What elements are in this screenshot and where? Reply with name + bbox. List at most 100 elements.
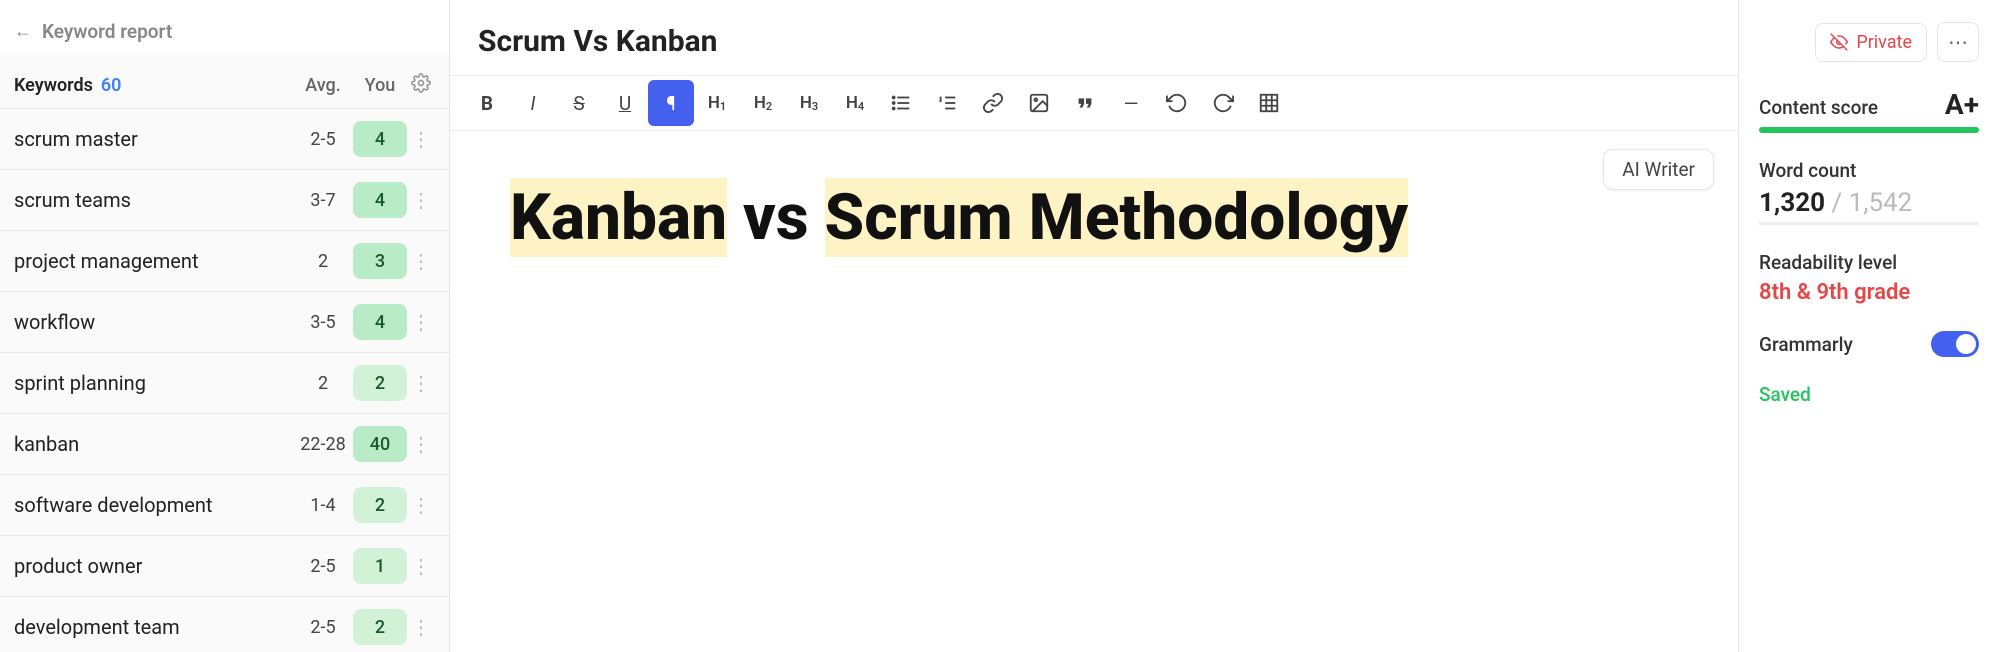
- stats-panel: Private ⋯ Content score A+ Word count 1,…: [1739, 0, 1999, 652]
- link-button[interactable]: [970, 80, 1016, 126]
- more-icon[interactable]: ⋮: [407, 249, 435, 273]
- quote-button[interactable]: [1062, 80, 1108, 126]
- keyword-avg: 2: [293, 251, 353, 272]
- back-arrow-icon[interactable]: ←: [14, 21, 32, 42]
- sidebar: ← Keyword report Keywords 60 Avg. You sc…: [0, 0, 450, 652]
- keyword-you: 2: [353, 365, 407, 401]
- gear-icon[interactable]: [407, 73, 435, 98]
- keyword-you: 1: [353, 548, 407, 584]
- more-icon[interactable]: ⋮: [407, 310, 435, 334]
- italic-button[interactable]: I: [510, 80, 556, 126]
- paragraph-button[interactable]: ¶: [648, 80, 694, 126]
- document-title[interactable]: Scrum Vs Kanban: [478, 24, 1710, 59]
- eye-off-icon: [1830, 33, 1848, 51]
- grammarly-label: Grammarly: [1759, 333, 1853, 356]
- more-icon[interactable]: ⋮: [407, 493, 435, 517]
- more-icon[interactable]: ⋮: [407, 127, 435, 151]
- keyword-term: project management: [14, 249, 293, 273]
- keyword-term: product owner: [14, 554, 293, 578]
- more-button[interactable]: ⋯: [1937, 22, 1979, 62]
- more-icon[interactable]: ⋮: [407, 188, 435, 212]
- keyword-report-title[interactable]: Keyword report: [42, 20, 172, 43]
- h1-button[interactable]: H1: [694, 80, 740, 126]
- h2-button[interactable]: H2: [740, 80, 786, 126]
- keyword-row[interactable]: project management23⋮: [0, 231, 449, 292]
- col-you-header: You: [353, 75, 407, 96]
- readability-label: Readability level: [1759, 251, 1979, 274]
- strikethrough-button[interactable]: S: [556, 80, 602, 126]
- keywords-count: 60: [101, 75, 122, 96]
- keyword-avg: 2-5: [293, 129, 353, 150]
- private-button[interactable]: Private: [1815, 23, 1927, 62]
- ordered-list-button[interactable]: [924, 80, 970, 126]
- keyword-term: scrum teams: [14, 188, 293, 212]
- editor-panel: Scrum Vs Kanban B I S U ¶ H1 H2 H3 H4 —: [450, 0, 1739, 652]
- stats-top-bar: Private ⋯: [1759, 22, 1979, 62]
- more-icon[interactable]: ⋮: [407, 554, 435, 578]
- keyword-avg: 2-5: [293, 617, 353, 638]
- keyword-term: kanban: [14, 432, 293, 456]
- keyword-row[interactable]: development team2-52⋮: [0, 597, 449, 652]
- table-button[interactable]: [1246, 80, 1292, 126]
- bold-button[interactable]: B: [464, 80, 510, 126]
- word-count-label: Word count: [1759, 159, 1979, 182]
- editor-toolbar: B I S U ¶ H1 H2 H3 H4 —: [450, 75, 1738, 131]
- content-score-label: Content score: [1759, 96, 1878, 119]
- keyword-row[interactable]: kanban22-2840⋮: [0, 414, 449, 475]
- undo-button[interactable]: [1154, 80, 1200, 126]
- bullet-list-button[interactable]: [878, 80, 924, 126]
- keyword-row[interactable]: product owner2-51⋮: [0, 536, 449, 597]
- image-button[interactable]: [1016, 80, 1062, 126]
- main-heading[interactable]: Kanban vs Scrum Methodology: [510, 181, 1678, 255]
- divider-button[interactable]: —: [1108, 80, 1154, 126]
- ai-writer-button[interactable]: AI Writer: [1603, 149, 1714, 190]
- col-avg-header: Avg.: [293, 75, 353, 96]
- keyword-you: 4: [353, 304, 407, 340]
- h4-button[interactable]: H4: [832, 80, 878, 126]
- keyword-you: 4: [353, 182, 407, 218]
- keyword-row[interactable]: scrum teams3-74⋮: [0, 170, 449, 231]
- private-label: Private: [1856, 32, 1912, 53]
- keyword-row[interactable]: sprint planning22⋮: [0, 353, 449, 414]
- keyword-avg: 2-5: [293, 556, 353, 577]
- content-score-grade: A+: [1945, 88, 1979, 121]
- editor-top: Scrum Vs Kanban: [450, 0, 1738, 75]
- more-icon[interactable]: ⋮: [407, 615, 435, 639]
- redo-button[interactable]: [1200, 80, 1246, 126]
- keyword-row[interactable]: workflow3-54⋮: [0, 292, 449, 353]
- keyword-summary-row: Keywords 60 Avg. You: [0, 55, 449, 108]
- keyword-row[interactable]: software development1-42⋮: [0, 475, 449, 536]
- grammarly-toggle[interactable]: [1931, 331, 1979, 357]
- keywords-label: Keywords: [14, 75, 93, 96]
- readability-value: 8th & 9th grade: [1759, 280, 1979, 305]
- grammarly-row: Grammarly: [1759, 331, 1979, 357]
- keyword-term: scrum master: [14, 127, 293, 151]
- keyword-term: sprint planning: [14, 371, 293, 395]
- keyword-term: software development: [14, 493, 293, 517]
- highlighted-text: Scrum Methodology: [825, 178, 1409, 257]
- content-score-bar: [1759, 127, 1979, 133]
- keyword-you: 2: [353, 609, 407, 645]
- h3-button[interactable]: H3: [786, 80, 832, 126]
- more-icon[interactable]: ⋮: [407, 432, 435, 456]
- keyword-avg: 2: [293, 373, 353, 394]
- keyword-avg: 3-5: [293, 312, 353, 333]
- highlighted-text: Kanban: [510, 178, 727, 257]
- saved-status: Saved: [1759, 383, 1979, 406]
- keyword-you: 4: [353, 121, 407, 157]
- editor-body[interactable]: AI Writer Kanban vs Scrum Methodology: [450, 131, 1738, 652]
- underline-button[interactable]: U: [602, 80, 648, 126]
- content-score-row: Content score A+: [1759, 88, 1979, 121]
- keyword-avg: 22-28: [293, 434, 353, 455]
- keyword-you: 2: [353, 487, 407, 523]
- keyword-avg: 3-7: [293, 190, 353, 211]
- word-count-value: 1,320 / 1,542: [1759, 188, 1979, 218]
- more-icon[interactable]: ⋮: [407, 371, 435, 395]
- sidebar-header: ← Keyword report: [0, 0, 449, 55]
- keyword-term: workflow: [14, 310, 293, 334]
- keyword-term: development team: [14, 615, 293, 639]
- keyword-avg: 1-4: [293, 495, 353, 516]
- keyword-row[interactable]: scrum master2-54⋮: [0, 108, 449, 170]
- keyword-list: scrum master2-54⋮scrum teams3-74⋮project…: [0, 108, 449, 652]
- keyword-you: 3: [353, 243, 407, 279]
